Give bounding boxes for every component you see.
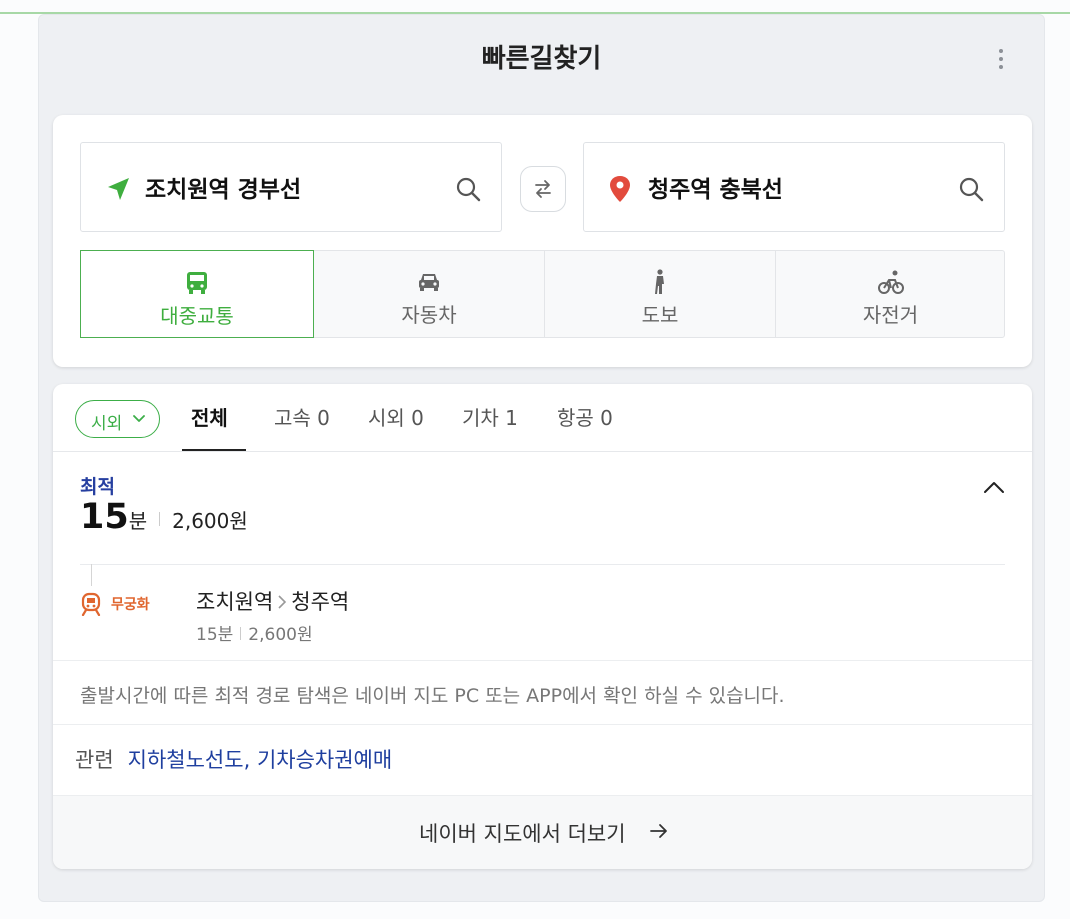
duration-number: 15 — [80, 497, 129, 537]
origin-value: 조치원역 경부선 — [145, 177, 302, 203]
mode-transit[interactable]: 대중교통 — [80, 250, 314, 338]
more-on-naver-map-button[interactable]: 네이버 지도에서 더보기 — [53, 796, 1032, 869]
tab-label: 항공 — [557, 406, 594, 430]
train-type: 무궁화 — [111, 597, 150, 613]
car-icon — [419, 274, 439, 291]
bike-icon — [877, 270, 904, 294]
location-pin-icon — [610, 176, 630, 202]
tab-count: 1 — [505, 406, 518, 430]
destination-field[interactable]: 청주역 충북선 — [583, 142, 1005, 232]
link-subway-map[interactable]: 지하철노선도 — [128, 748, 244, 772]
quick-route-panel: 빠른길찾기 조치원역 경부선 청주역 충북선 대중교통 자동차 도보 자전거 시… — [38, 14, 1045, 902]
walk-icon — [655, 269, 664, 294]
mode-label: 대중교통 — [160, 304, 234, 328]
train-icon — [81, 592, 101, 616]
best-route-label: 최적 — [80, 476, 115, 498]
tab-train[interactable]: 기차 1 — [462, 402, 518, 431]
tab-all[interactable]: 전체 — [191, 402, 228, 431]
region-filter-button[interactable]: 시외 — [75, 400, 160, 438]
mode-car[interactable]: 자동차 — [314, 250, 544, 338]
mode-bike[interactable]: 자전거 — [775, 250, 1005, 338]
route-results-card: 시외 전체 고속 0 시외 0 기차 1 항공 0 최적 15분 2,600원 … — [53, 384, 1032, 869]
mode-label: 도보 — [641, 303, 679, 327]
route-to: 청주역 — [291, 590, 350, 614]
related-label: 관련 — [75, 748, 114, 772]
route-details: 15분 2,600원 — [196, 620, 313, 645]
search-icon[interactable] — [455, 176, 481, 202]
more-options-icon[interactable] — [996, 49, 1006, 73]
mode-label: 자동차 — [401, 303, 457, 327]
chevron-right-icon — [278, 595, 287, 609]
arrow-right-icon — [650, 824, 667, 838]
route-stations[interactable]: 조치원역 청주역 — [196, 586, 349, 616]
separator — [240, 627, 242, 640]
route-duration: 15분 — [196, 625, 234, 645]
chevron-up-icon[interactable] — [982, 476, 1006, 500]
tab-air[interactable]: 항공 0 — [557, 402, 613, 431]
navigation-arrow-icon — [108, 178, 129, 200]
origin-field[interactable]: 조치원역 경부선 — [80, 142, 502, 232]
tab-label: 고속 — [274, 406, 311, 430]
route-search-card: 조치원역 경부선 청주역 충북선 대중교통 자동차 도보 자전거 — [53, 115, 1032, 367]
tab-count: 0 — [411, 406, 424, 430]
mode-label: 자전거 — [862, 303, 919, 327]
bus-icon — [187, 272, 207, 294]
tab-count: 0 — [317, 406, 330, 430]
chevron-down-icon — [133, 415, 145, 422]
duration-unit: 분 — [128, 509, 148, 533]
travel-mode-tabs: 대중교통 자동차 도보 자전거 — [80, 250, 1005, 338]
separator — [159, 512, 161, 526]
search-icon[interactable] — [958, 176, 984, 202]
swap-button[interactable] — [520, 166, 566, 212]
best-route-summary: 15분 2,600원 — [80, 497, 248, 537]
filter-label: 시외 — [91, 414, 123, 434]
route-from: 조치원역 — [196, 590, 274, 614]
tab-label: 기차 — [462, 406, 499, 430]
route-fare: 2,600원 — [248, 625, 313, 645]
divider — [80, 564, 1005, 565]
active-tab-indicator — [182, 449, 246, 451]
swap-arrows-icon — [535, 180, 551, 198]
tab-label: 시외 — [368, 406, 405, 430]
tab-count: 0 — [600, 406, 613, 430]
notice-text: 출발시간에 따른 최적 경로 탐색은 네이버 지도 PC 또는 APP에서 확인… — [80, 685, 785, 707]
tab-intercity[interactable]: 시외 0 — [368, 402, 424, 431]
fare: 2,600원 — [172, 509, 248, 533]
divider — [53, 660, 1032, 661]
destination-value: 청주역 충북선 — [648, 177, 783, 203]
panel-title: 빠른길찾기 — [481, 44, 602, 74]
link-train-ticket[interactable]: 기차승차권예매 — [257, 748, 392, 772]
tab-label: 전체 — [191, 406, 228, 430]
mode-walk[interactable]: 도보 — [544, 250, 775, 338]
tab-express[interactable]: 고속 0 — [274, 402, 330, 431]
link-separator: , — [243, 748, 251, 772]
result-tab-bar: 시외 전체 고속 0 시외 0 기차 1 항공 0 — [53, 384, 1032, 452]
divider — [53, 724, 1032, 725]
more-label: 네이버 지도에서 더보기 — [419, 822, 626, 846]
route-line-connector — [91, 564, 92, 586]
related-links: 관련 지하철노선도, 기차승차권예매 — [75, 744, 392, 774]
